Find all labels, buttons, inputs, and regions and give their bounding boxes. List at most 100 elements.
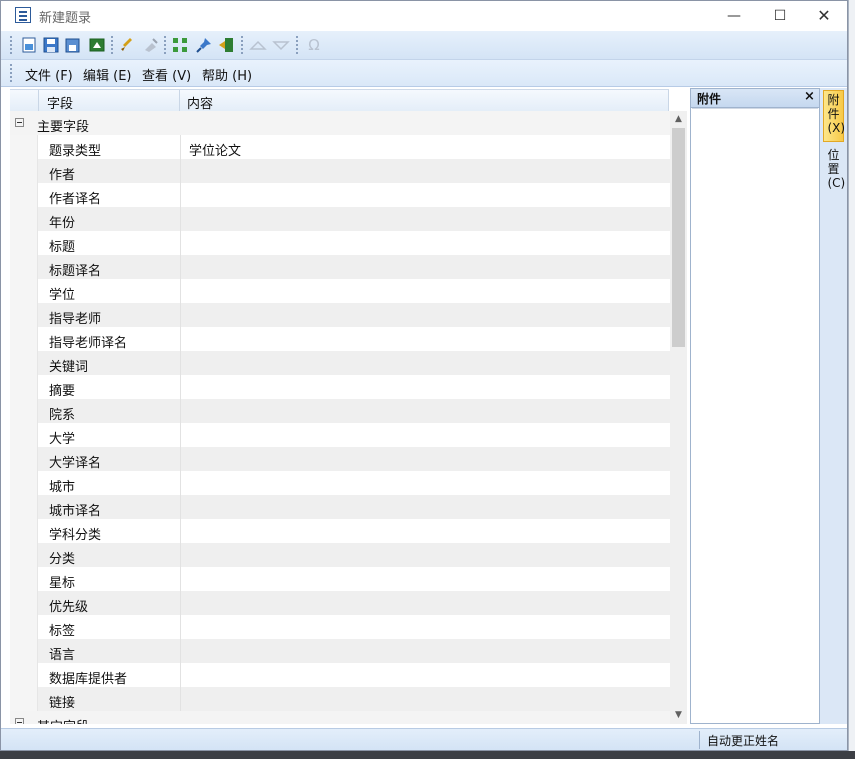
- field-name: 摘要: [49, 384, 76, 399]
- background-desktop-right: [848, 0, 855, 751]
- table-row[interactable]: 优先级: [10, 591, 670, 615]
- table-row[interactable]: 标题: [10, 231, 670, 255]
- field-name: 作者译名: [49, 192, 102, 207]
- header-field[interactable]: 字段: [47, 93, 73, 112]
- table-row[interactable]: 标题译名: [10, 255, 670, 279]
- save-icon[interactable]: [42, 36, 60, 54]
- header-divider[interactable]: [179, 90, 180, 112]
- table-row[interactable]: 城市: [10, 471, 670, 495]
- header-divider: [38, 90, 39, 112]
- move-up-icon[interactable]: [249, 36, 267, 54]
- menu-view[interactable]: 查看 (V): [142, 65, 191, 84]
- row-gutter: [10, 423, 38, 447]
- new-document-icon[interactable]: [20, 36, 38, 54]
- row-gutter: [10, 159, 38, 183]
- table-row[interactable]: 星标: [10, 567, 670, 591]
- table-row[interactable]: 指导老师: [10, 303, 670, 327]
- row-gutter: [10, 543, 38, 567]
- row-gutter: [10, 399, 38, 423]
- table-row[interactable]: 指导老师译名: [10, 327, 670, 351]
- field-name: 标题译名: [49, 264, 102, 279]
- grid-scrollbar[interactable]: ▲ ▼: [670, 111, 687, 724]
- tab-attachments-label: 附件(X): [827, 93, 846, 135]
- table-row[interactable]: 关键词: [10, 351, 670, 375]
- menu-edit[interactable]: 编辑 (E): [83, 65, 132, 84]
- table-row[interactable]: 大学: [10, 423, 670, 447]
- clear-icon[interactable]: [142, 36, 160, 54]
- row-gutter: [10, 471, 38, 495]
- menu-help[interactable]: 帮助 (H): [202, 65, 252, 84]
- table-row[interactable]: 标签: [10, 615, 670, 639]
- column-divider: [180, 471, 181, 495]
- group-row-main[interactable]: 主要字段: [10, 111, 670, 135]
- export-icon[interactable]: [88, 36, 106, 54]
- table-row[interactable]: 作者译名: [10, 183, 670, 207]
- row-gutter: [10, 615, 38, 639]
- table-row[interactable]: 大学译名: [10, 447, 670, 471]
- table-row[interactable]: 作者: [10, 159, 670, 183]
- field-name: 语言: [49, 648, 76, 663]
- menu-file[interactable]: 文件 (F): [25, 65, 73, 84]
- table-row[interactable]: 数据库提供者: [10, 663, 670, 687]
- toolbar-grip[interactable]: [10, 36, 14, 54]
- field-name: 优先级: [49, 600, 89, 615]
- toolbar-separator: [241, 36, 245, 54]
- row-gutter: [10, 231, 38, 255]
- field-value-cell[interactable]: 学位论文: [189, 140, 241, 159]
- column-divider: [180, 663, 181, 687]
- attachments-close-icon[interactable]: ×: [804, 89, 815, 104]
- save-all-icon[interactable]: [64, 36, 82, 54]
- minimize-button[interactable]: —: [711, 1, 757, 31]
- table-row[interactable]: 学位: [10, 279, 670, 303]
- row-gutter: [10, 567, 38, 591]
- pin-icon[interactable]: [195, 36, 213, 54]
- field-grid[interactable]: 主要字段 其它字段 题录类型 学位论文作者作者译名年份标题标题译名学位指导老师指导…: [10, 111, 670, 724]
- collapse-toggle-icon[interactable]: [15, 118, 24, 127]
- column-divider: [180, 615, 181, 639]
- import-icon[interactable]: [217, 36, 235, 54]
- scroll-down-icon[interactable]: ▼: [670, 707, 687, 724]
- table-row[interactable]: 城市译名: [10, 495, 670, 519]
- attachments-panel: 附件 ×: [690, 88, 820, 724]
- column-divider: [180, 375, 181, 399]
- scrollbar-thumb[interactable]: [672, 128, 685, 347]
- row-gutter: [10, 591, 38, 615]
- maximize-button[interactable]: ☐: [757, 1, 803, 31]
- new-reference-window: 新建题录 — ☐ ✕ Ω 文件 (F) 编辑 (E) 查看 (V) 帮助 (H)…: [0, 0, 848, 751]
- brush-icon[interactable]: [118, 36, 136, 54]
- table-row[interactable]: 链接: [10, 687, 670, 711]
- omega-icon[interactable]: Ω: [305, 36, 323, 54]
- row-gutter: [10, 375, 38, 399]
- row-gutter: [10, 663, 38, 687]
- column-divider: [180, 447, 181, 471]
- column-divider: [180, 303, 181, 327]
- tab-position[interactable]: 位置(C): [823, 146, 846, 200]
- table-row[interactable]: 摘要: [10, 375, 670, 399]
- group-label: 主要字段: [37, 120, 90, 135]
- header-value[interactable]: 内容: [187, 93, 213, 112]
- status-bar: 自动更正姓名: [1, 728, 847, 750]
- table-row[interactable]: 语言: [10, 639, 670, 663]
- menu-grip[interactable]: [10, 64, 14, 82]
- row-gutter: [10, 639, 38, 663]
- group-row-other[interactable]: 其它字段: [10, 711, 670, 724]
- table-row[interactable]: 学科分类: [10, 519, 670, 543]
- scroll-up-icon[interactable]: ▲: [670, 111, 687, 128]
- table-row[interactable]: 年份: [10, 207, 670, 231]
- column-divider: [180, 543, 181, 567]
- table-row[interactable]: 题录类型 学位论文: [10, 135, 670, 159]
- collapse-toggle-icon[interactable]: [15, 718, 24, 724]
- field-name: 链接: [49, 696, 76, 711]
- close-button[interactable]: ✕: [801, 1, 847, 31]
- grid-icon[interactable]: [171, 36, 189, 54]
- field-name: 大学译名: [49, 456, 102, 471]
- move-down-icon[interactable]: [272, 36, 290, 54]
- tab-attachments[interactable]: 附件(X): [823, 90, 846, 142]
- attachments-list[interactable]: [692, 108, 818, 723]
- toolbar-separator: [164, 36, 168, 54]
- row-gutter: [10, 495, 38, 519]
- table-row[interactable]: 分类: [10, 543, 670, 567]
- field-name: 关键词: [49, 360, 89, 375]
- field-name: 城市译名: [49, 504, 102, 519]
- table-row[interactable]: 院系: [10, 399, 670, 423]
